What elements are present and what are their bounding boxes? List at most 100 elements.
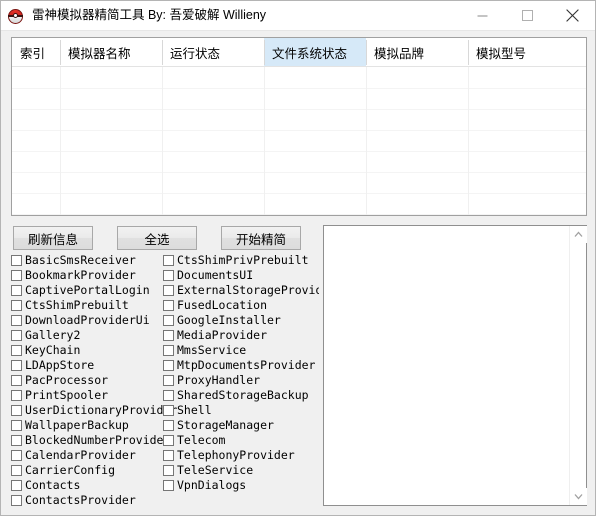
table-column-gridline [60,67,61,215]
checkbox-icon[interactable] [163,375,174,386]
checkbox-icon[interactable] [11,255,22,266]
checkbox-icon[interactable] [11,270,22,281]
package-name-label: KeyChain [25,343,81,357]
package-checkbox-item[interactable]: MmsService [163,343,319,358]
package-checkbox-item[interactable]: LDAppStore [11,358,177,373]
checkbox-icon[interactable] [163,300,174,311]
checkbox-icon[interactable] [163,315,174,326]
checkbox-icon[interactable] [163,330,174,341]
checkbox-icon[interactable] [163,360,174,371]
log-scrollbar[interactable] [569,226,587,505]
checkbox-icon[interactable] [163,450,174,461]
package-checkbox-item[interactable]: CarrierConfig [11,463,177,478]
start-trim-button[interactable]: 开始精简 [221,226,301,250]
checkbox-icon[interactable] [163,480,174,491]
column-divider[interactable] [162,40,163,65]
checkbox-icon[interactable] [11,405,22,416]
package-checkbox-item[interactable]: CalendarProvider [11,448,177,463]
table-row-gridline [12,88,586,89]
checkbox-icon[interactable] [11,465,22,476]
table-column-header[interactable]: 模拟型号 [468,38,570,66]
package-checkbox-item[interactable]: Gallery2 [11,328,177,343]
package-name-label: MediaProvider [177,328,268,342]
refresh-info-button[interactable]: 刷新信息 [13,226,93,250]
close-button[interactable] [550,1,595,30]
checkbox-icon[interactable] [11,480,22,491]
checkbox-icon[interactable] [11,390,22,401]
checkbox-icon[interactable] [163,270,174,281]
package-checkbox-item[interactable]: KeyChain [11,343,177,358]
package-checkbox-item[interactable]: ExternalStorageProvider [163,283,319,298]
select-all-button[interactable]: 全选 [117,226,197,250]
package-checkbox-item[interactable]: TeleService [163,463,319,478]
package-checkbox-item[interactable]: PrintSpooler [11,388,177,403]
package-checkbox-item[interactable]: GoogleInstaller [163,313,319,328]
package-checkbox-item[interactable]: Shell [163,403,319,418]
package-checkbox-item[interactable]: WallpaperBackup [11,418,177,433]
checkbox-icon[interactable] [11,300,22,311]
package-name-label: LDAppStore [25,358,95,372]
column-divider[interactable] [468,40,469,65]
checkbox-icon[interactable] [11,375,22,386]
column-divider[interactable] [366,40,367,65]
package-checkbox-item[interactable]: VpnDialogs [163,478,319,493]
checkbox-icon[interactable] [11,420,22,431]
table-column-header[interactable]: 索引 [12,38,60,66]
package-checkbox-item[interactable]: UserDictionaryProvider [11,403,177,418]
checkbox-icon[interactable] [163,420,174,431]
chevron-up-icon [574,231,583,237]
package-checkbox-item[interactable]: CaptivePortalLogin [11,283,177,298]
table-column-header[interactable]: 文件系统状态 [264,38,366,66]
checkbox-icon[interactable] [11,315,22,326]
checkbox-icon[interactable] [11,345,22,356]
package-checkbox-item[interactable]: ProxyHandler [163,373,319,388]
package-checkbox-item[interactable]: FusedLocation [163,298,319,313]
package-checkbox-item[interactable]: DownloadProviderUi [11,313,177,328]
checkbox-icon[interactable] [163,345,174,356]
column-divider[interactable] [60,40,61,65]
maximize-button[interactable] [505,1,550,30]
log-output-box[interactable] [323,225,587,506]
table-column-header[interactable]: 模拟器名称 [60,38,162,66]
package-checkbox-item[interactable]: CtsShimPrivPrebuilt [163,253,319,268]
table-column-header[interactable]: 运行状态 [162,38,264,66]
package-checkbox-item[interactable]: PacProcessor [11,373,177,388]
package-checkbox-item[interactable]: SharedStorageBackup [163,388,319,403]
scroll-up-button[interactable] [570,226,587,243]
table-column-header[interactable]: 模拟品牌 [366,38,468,66]
package-checkbox-item[interactable]: BookmarkProvider [11,268,177,283]
maximize-icon [522,10,533,21]
package-checkbox-item[interactable]: MediaProvider [163,328,319,343]
checkbox-icon[interactable] [11,450,22,461]
scroll-down-button[interactable] [570,488,587,505]
package-checkbox-item[interactable]: CtsShimPrebuilt [11,298,177,313]
checkbox-icon[interactable] [11,495,22,506]
checkbox-icon[interactable] [163,285,174,296]
checkbox-icon[interactable] [163,390,174,401]
package-checkbox-item[interactable]: DocumentsUI [163,268,319,283]
package-name-label: StorageManager [177,418,274,432]
checkbox-icon[interactable] [163,435,174,446]
checkbox-icon[interactable] [163,465,174,476]
package-checkbox-item[interactable]: BasicSmsReceiver [11,253,177,268]
checkbox-icon[interactable] [163,405,174,416]
checkbox-icon[interactable] [11,435,22,446]
checkbox-icon[interactable] [11,285,22,296]
package-checkbox-item[interactable]: Telecom [163,433,319,448]
package-name-label: BookmarkProvider [25,268,136,282]
package-name-label: CtsShimPrebuilt [25,298,129,312]
checkbox-icon[interactable] [11,360,22,371]
package-checkbox-item[interactable]: StorageManager [163,418,319,433]
column-divider[interactable] [264,40,265,65]
package-name-label: PrintSpooler [25,388,109,402]
checkbox-icon[interactable] [11,330,22,341]
package-checkbox-item[interactable]: MtpDocumentsProvider [163,358,319,373]
package-checkbox-item[interactable]: TelephonyProvider [163,448,319,463]
package-checkbox-item[interactable]: BlockedNumberProvider [11,433,177,448]
checkbox-icon[interactable] [163,255,174,266]
minimize-button[interactable] [460,1,505,30]
package-checkbox-item[interactable]: ContactsProvider [11,493,177,508]
package-column-left: BasicSmsReceiver BookmarkProvider CaptiveP… [11,253,177,508]
window-controls [460,1,595,30]
package-checkbox-item[interactable]: Contacts [11,478,177,493]
